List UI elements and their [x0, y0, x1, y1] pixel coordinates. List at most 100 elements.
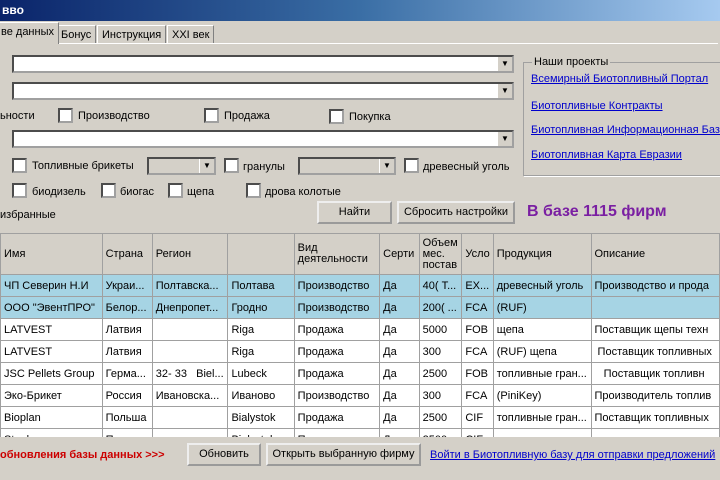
table-cell: (PiniKey) — [492, 384, 592, 407]
table-cell: FCA — [461, 296, 494, 319]
table-row[interactable]: LATVEST Латвия Riga Продажа Да 300 FCA (RUF) ще… — [0, 340, 720, 363]
table-cell: ЧП Северин Н.И — [0, 274, 103, 297]
table-cell: 40( Т... — [418, 274, 463, 297]
column-header[interactable]: Описание — [590, 233, 720, 275]
table-row[interactable]: StoplanПольша BialystokПродажаДа2500CIF — [0, 428, 720, 437]
table-row[interactable]: JSC Pellets Group Герма... 32- 33 Biel... L… — [0, 362, 720, 385]
refresh-button[interactable]: Обновить — [187, 443, 261, 466]
tab-xxi-century[interactable]: XXI век — [167, 25, 215, 44]
reset-button[interactable]: Сбросить настройки — [397, 201, 515, 224]
table-cell: Lubeck — [227, 362, 295, 385]
biodiesel-label: биодизель — [32, 186, 86, 198]
project-link[interactable]: Биотопливная Информационная База — [531, 124, 720, 136]
charcoal-checkbox[interactable] — [404, 158, 419, 173]
table-cell: ООО "ЭвентПРО" — [0, 296, 103, 319]
firms-table[interactable]: Имя Страна Регион Вид деятельности Серти Объе… — [0, 233, 720, 437]
column-header[interactable]: Страна — [101, 233, 153, 275]
firms-table-container[interactable]: Имя Страна Регион Вид деятельности Серти Объе… — [0, 233, 720, 437]
briquettes-combo[interactable]: ▼ — [147, 157, 216, 175]
table-cell — [151, 318, 229, 341]
table-cell: 300 — [418, 384, 463, 407]
table-cell: Полтава — [227, 274, 295, 297]
purchase-checkbox[interactable] — [329, 109, 344, 124]
table-cell: Да — [379, 340, 420, 363]
country-combo[interactable]: ▼ — [12, 55, 514, 73]
sale-checkbox[interactable] — [204, 108, 219, 123]
projects-group: Наши проекты Всемирный Биотопливный Порт… — [523, 56, 720, 176]
table-cell — [151, 340, 229, 363]
purchase-label: Покупка — [349, 111, 391, 123]
table-cell: 2500 — [418, 428, 463, 437]
column-header[interactable]: Имя — [0, 233, 103, 275]
project-link[interactable]: Биотопливные Контракты — [531, 100, 663, 112]
chevron-down-icon[interactable]: ▼ — [497, 57, 512, 71]
chevron-down-icon[interactable]: ▼ — [497, 132, 512, 146]
production-checkbox[interactable] — [58, 108, 73, 123]
column-header[interactable]: Серти — [379, 233, 420, 275]
firewood-checkbox[interactable] — [246, 183, 261, 198]
find-button[interactable]: Найти — [317, 201, 392, 224]
table-cell: 2500 — [418, 406, 463, 429]
table-cell: Производитель топлив — [590, 384, 720, 407]
project-link[interactable]: Всемирный Биотопливный Портал — [531, 73, 708, 85]
biogas-label: биогас — [120, 186, 154, 198]
table-row[interactable]: ЧП Северин Н.И Украи... Полтавска... Полтав… — [0, 274, 720, 297]
chevron-down-icon[interactable]: ▼ — [199, 159, 214, 173]
briquettes-label: Топливные брикеты — [32, 160, 134, 172]
table-cell — [492, 428, 592, 437]
table-cell: Поставщик топливных — [590, 340, 720, 363]
tab-instructions[interactable]: Инструкция — [97, 25, 167, 44]
pellets-combo[interactable]: ▼ — [298, 157, 396, 175]
chevron-down-icon[interactable]: ▼ — [379, 159, 394, 173]
table-cell: EX... — [461, 274, 494, 297]
chips-label: щепа — [187, 186, 215, 198]
table-cell: 200( ... — [418, 296, 463, 319]
firewood-label: дрова колотые — [265, 186, 341, 198]
project-link[interactable]: Биотопливная Карта Евразии — [531, 149, 682, 161]
login-link[interactable]: Войти в Биотопливную базу для отправки п… — [430, 449, 715, 461]
table-cell: Да — [379, 384, 420, 407]
product-combo[interactable]: ▼ — [12, 130, 514, 148]
table-cell: Да — [379, 274, 420, 297]
table-cell: FCA — [461, 340, 494, 363]
table-row[interactable]: Bioplan Польша Bialystok Продажа Да 2500 CIF то… — [0, 406, 720, 429]
sale-label: Продажа — [224, 110, 270, 122]
table-cell: LATVEST — [0, 340, 103, 363]
table-cell: Да — [379, 406, 420, 429]
tab-database[interactable]: ве данных — [0, 22, 59, 44]
table-cell: Россия — [101, 384, 153, 407]
region-combo[interactable]: ▼ — [12, 82, 514, 100]
column-header[interactable]: Продукция — [492, 233, 592, 275]
table-cell: Поставщик щепы техн — [590, 318, 720, 341]
table-cell: Гродно — [227, 296, 295, 319]
biodiesel-checkbox[interactable] — [12, 183, 27, 198]
column-header[interactable]: Объем мес. постав — [418, 233, 463, 275]
table-cell: Полтавска... — [151, 274, 229, 297]
table-cell: 300 — [418, 340, 463, 363]
table-cell — [151, 428, 229, 437]
column-header[interactable]: Усло — [461, 233, 494, 275]
chips-checkbox[interactable] — [168, 183, 183, 198]
tab-bonus[interactable]: Бонус — [56, 25, 97, 44]
projects-title: Наши проекты — [532, 56, 611, 68]
table-row[interactable]: ООО "ЭвентПРО" Белор... Днепропет... Гродно… — [0, 296, 720, 319]
update-text: обновления базы данных >>> — [0, 449, 165, 461]
column-header[interactable]: Регион — [151, 233, 229, 275]
biogas-checkbox[interactable] — [101, 183, 116, 198]
table-row[interactable]: Эко-Брикет Россия Ивановска... Иваново Произ… — [0, 384, 720, 407]
table-cell: Bialystok — [227, 406, 295, 429]
column-header[interactable] — [227, 233, 295, 275]
table-row[interactable]: LATVEST Латвия Riga Продажа Да 5000 FOB щепа Пос… — [0, 318, 720, 341]
table-cell: Продажа — [293, 362, 381, 385]
table-cell: (RUF) — [492, 296, 592, 319]
table-cell: Да — [379, 362, 420, 385]
chevron-down-icon[interactable]: ▼ — [497, 84, 512, 98]
column-header[interactable]: Вид деятельности — [293, 233, 381, 275]
charcoal-label: древесный уголь — [423, 161, 510, 173]
open-firm-button[interactable]: Открыть выбранную фирму — [266, 443, 421, 466]
table-cell: CIF — [461, 406, 494, 429]
table-cell: Производство — [293, 384, 381, 407]
pellets-checkbox[interactable] — [224, 158, 239, 173]
table-cell: JSC Pellets Group — [0, 362, 103, 385]
briquettes-checkbox[interactable] — [12, 158, 27, 173]
